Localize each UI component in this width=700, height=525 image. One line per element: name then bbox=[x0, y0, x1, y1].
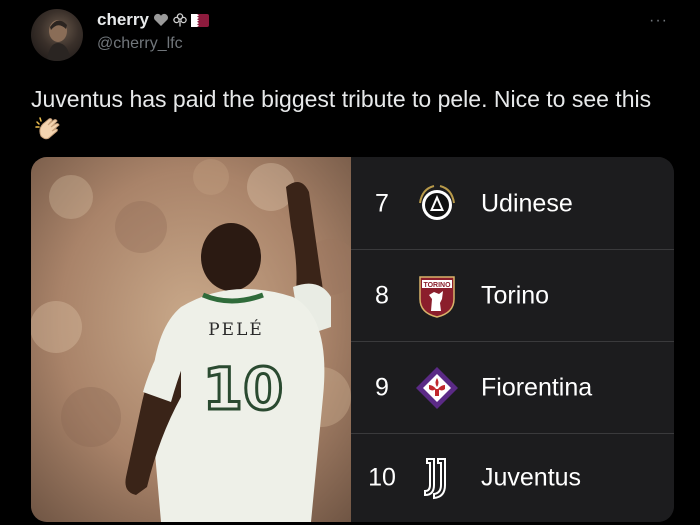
tweet-media[interactable]: PELÉ 10 7 Udinese 8 TORINO Torino 9 Fior… bbox=[31, 157, 674, 522]
standings-row[interactable]: 8 TORINO Torino bbox=[351, 249, 674, 342]
serie-a-standings: 7 Udinese 8 TORINO Torino 9 Fiorentina 1… bbox=[351, 157, 674, 522]
tweet-text: Juventus has paid the biggest tribute to… bbox=[31, 84, 681, 150]
club-name: Torino bbox=[481, 281, 550, 310]
avatar[interactable] bbox=[31, 9, 83, 61]
club-name: Udinese bbox=[481, 189, 573, 217]
avatar-photo bbox=[47, 20, 71, 61]
tweet-text-content: Juventus has paid the biggest tribute to… bbox=[31, 86, 652, 112]
display-name[interactable]: cherry bbox=[97, 10, 149, 30]
clover-icon bbox=[173, 13, 187, 27]
grey-heart-icon bbox=[153, 13, 168, 26]
club-name: Fiorentina bbox=[481, 373, 593, 402]
standings-row[interactable]: 10 Juventus bbox=[351, 433, 674, 522]
qatar-flag-icon bbox=[190, 13, 209, 27]
standings-position: 9 bbox=[375, 373, 389, 402]
torino-crest-text: TORINO bbox=[423, 282, 451, 289]
torino-crest-icon: TORINO bbox=[414, 273, 460, 319]
handle[interactable]: @cherry_lfc bbox=[97, 35, 183, 53]
standings-position: 8 bbox=[375, 281, 389, 310]
standings-position: 7 bbox=[375, 189, 389, 217]
standings-position: 10 bbox=[368, 463, 396, 492]
shirt-name: PELÉ bbox=[208, 319, 264, 340]
juventus-crest-icon bbox=[414, 455, 460, 501]
name-row: cherry bbox=[97, 10, 209, 30]
standings-row[interactable]: 9 Fiorentina bbox=[351, 341, 674, 434]
more-options-icon[interactable]: ··· bbox=[649, 12, 668, 30]
udinese-crest-icon bbox=[414, 181, 460, 227]
club-name: Juventus bbox=[481, 463, 582, 492]
standings-row[interactable]: 7 Udinese bbox=[351, 157, 674, 250]
shirt-number: 10 bbox=[203, 355, 284, 423]
clapping-hands-icon bbox=[35, 116, 65, 150]
pele-photo[interactable]: PELÉ 10 bbox=[31, 157, 359, 522]
fiorentina-crest-icon bbox=[414, 365, 460, 411]
